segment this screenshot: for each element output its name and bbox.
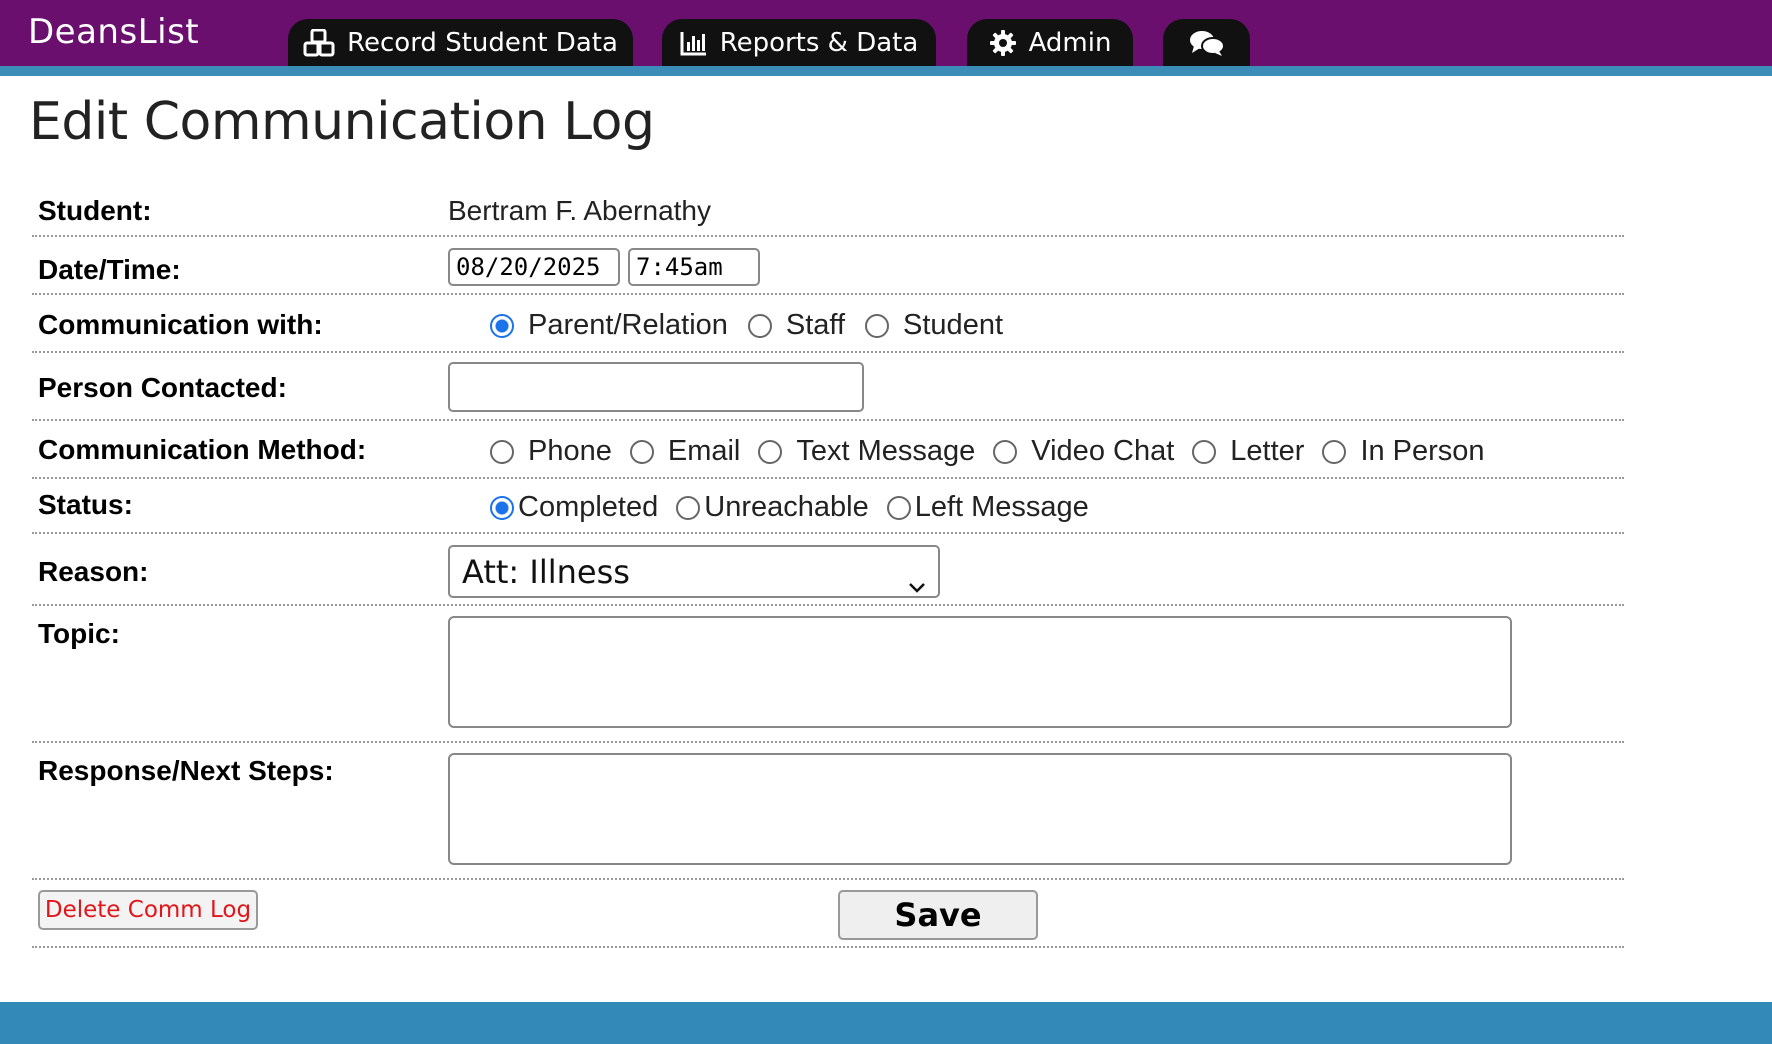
student-row: Student: Bertram F. Abernathy [32,190,1624,237]
radio-unreachable[interactable] [676,495,701,520]
reason-selected-value: Att: Illness [462,552,630,591]
topic-label: Topic: [38,618,120,649]
radio-completed[interactable] [490,495,514,520]
tab-record-student-data[interactable]: Record Student Data [288,19,633,66]
time-field[interactable]: 7:45am [628,248,760,286]
tab-label: Record Student Data [347,27,618,58]
status-label: Status: [38,489,133,520]
response-label: Response/Next Steps: [38,755,334,786]
radio-label: Left Message [914,491,1089,523]
tab-reports-data[interactable]: Reports & Data [662,19,936,66]
response-row: Response/Next Steps: [32,743,1624,880]
cubes-icon [303,28,335,57]
radio-video-chat[interactable] [993,439,1018,464]
radio-label: Completed [518,491,659,523]
person-contacted-input[interactable] [448,362,864,412]
status-row: Status: Completed Unreachable Left Messa… [32,479,1624,534]
radio-email[interactable] [629,439,654,464]
header-stripe [0,66,1772,76]
app-logo[interactable]: DeansList [28,12,199,52]
reason-row: Reason: Att: Illness [32,534,1624,606]
datetime-row: Date/Time: 08/20/2025 7:45am [32,237,1624,295]
communication-method-options: Phone Email Text Message Video Chat Lett… [490,435,1485,468]
person-contacted-label: Person Contacted: [38,372,287,403]
response-textarea[interactable] [448,753,1512,865]
student-name: Bertram F. Abernathy [448,195,712,226]
radio-label: Staff [785,309,846,341]
communication-with-options: Parent/Relation Staff Student [490,309,1003,342]
top-nav-bar: DeansList Record Student Data Reports & … [0,0,1772,66]
radio-label: In Person [1360,435,1485,467]
radio-label: Parent/Relation [528,309,728,341]
radio-student[interactable] [865,313,890,338]
radio-label: Video Chat [1031,435,1175,467]
radio-label: Letter [1230,435,1305,467]
communication-method-row: Communication Method: Phone Email Text M… [32,421,1624,479]
reason-label: Reason: [38,556,149,587]
radio-phone[interactable] [490,439,514,464]
save-button[interactable]: Save [838,890,1038,940]
radio-in-person[interactable] [1322,439,1347,464]
chevron-down-icon [908,564,926,602]
bar-chart-icon [680,30,708,56]
radio-label: Text Message [796,435,976,467]
topic-row: Topic: [32,606,1624,743]
radio-left-message[interactable] [886,495,911,520]
radio-parent-relation[interactable] [490,313,514,338]
radio-label: Phone [528,435,612,467]
datetime-label: Date/Time: [38,254,181,285]
tab-label: Reports & Data [719,27,919,58]
tab-label: Admin [1028,27,1112,58]
reason-select[interactable]: Att: Illness [448,545,940,598]
radio-label: Student [903,309,1004,341]
status-options: Completed Unreachable Left Message [490,491,1089,524]
communication-method-label: Communication Method: [38,434,367,465]
tab-admin[interactable]: Admin [967,19,1133,66]
radio-label: Email [667,435,741,467]
chat-bubbles-icon [1189,29,1225,57]
actions-row [32,880,1624,948]
date-field[interactable]: 08/20/2025 [448,248,620,286]
communication-with-row: Communication with: Parent/Relation Staf… [32,295,1624,353]
gear-icon [989,29,1017,57]
tab-messages[interactable] [1163,19,1250,66]
footer-bar [0,1002,1772,1044]
radio-label: Unreachable [704,491,869,523]
radio-letter[interactable] [1192,439,1217,464]
delete-comm-log-button[interactable]: Delete Comm Log [38,890,258,930]
page-title: Edit Communication Log [29,92,655,152]
radio-text-message[interactable] [758,439,783,464]
radio-staff[interactable] [747,313,772,338]
student-label: Student: [38,195,152,226]
person-contacted-row: Person Contacted: [32,353,1624,421]
communication-with-label: Communication with: [38,309,323,340]
topic-textarea[interactable] [448,616,1512,728]
